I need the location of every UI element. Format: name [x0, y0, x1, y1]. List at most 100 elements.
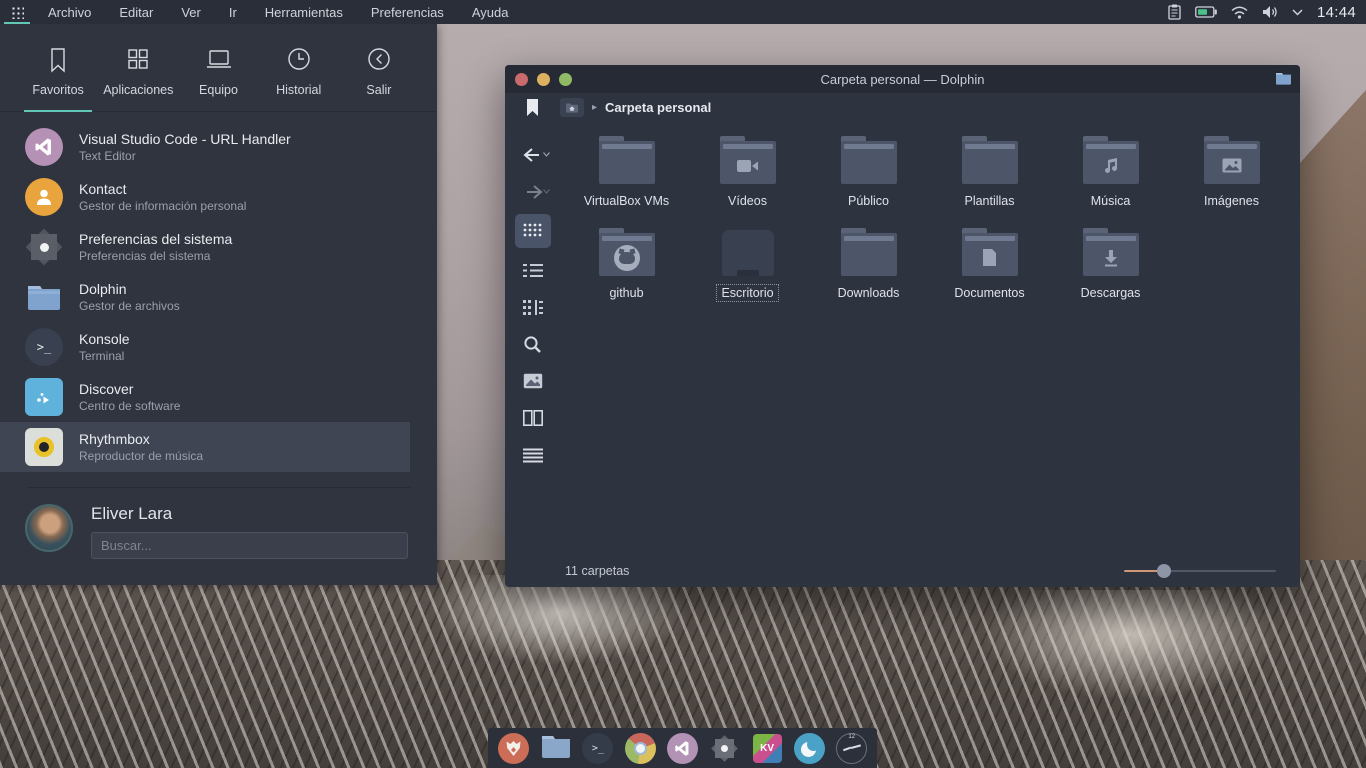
folder-icon [962, 136, 1018, 184]
tab-label: Historial [276, 83, 321, 97]
dock-konsole[interactable]: >_ [581, 731, 615, 765]
app-desc: Reproductor de música [79, 449, 203, 463]
menu-preferencias[interactable]: Preferencias [357, 1, 458, 24]
document-glyph [982, 248, 997, 267]
night-color-icon [794, 733, 825, 764]
menu-editar[interactable]: Editar [105, 1, 167, 24]
app-name: Konsole [79, 331, 130, 347]
dock-firefox[interactable] [496, 731, 530, 765]
dock-night-color[interactable] [792, 731, 826, 765]
zoom-slider-handle[interactable] [1157, 564, 1171, 578]
application-launcher-panel: Favoritos Aplicaciones Equipo Historial [0, 24, 437, 585]
app-item-rhythmbox[interactable]: Rhythmbox Reproductor de música [0, 422, 410, 472]
avatar[interactable] [25, 504, 73, 552]
folder-musica[interactable]: Música [1050, 130, 1171, 222]
app-item-kontact[interactable]: Kontact Gestor de información personal [0, 172, 410, 222]
tab-favoritos[interactable]: Favoritos [18, 38, 98, 111]
bookmark-icon[interactable] [505, 99, 560, 117]
app-item-vscode[interactable]: Visual Studio Code - URL Handler Text Ed… [0, 122, 410, 172]
folder-imagenes[interactable]: Imágenes [1171, 130, 1292, 222]
app-launcher-button[interactable] [0, 0, 34, 24]
tab-equipo[interactable]: Equipo [178, 38, 258, 111]
app-desc: Terminal [79, 349, 130, 363]
app-item-konsole[interactable]: >_ Konsole Terminal [0, 322, 410, 372]
dock-kdenlive[interactable]: KV [750, 731, 784, 765]
home-breadcrumb-button[interactable] [560, 98, 584, 117]
clock-widget-icon: 12 [836, 733, 867, 764]
bookmark-icon [45, 46, 71, 74]
folder-label: Escritorio [716, 284, 778, 302]
app-item-discover[interactable]: Discover Centro de software [0, 372, 410, 422]
wifi-icon[interactable] [1231, 6, 1248, 19]
menu-ir[interactable]: Ir [215, 1, 251, 24]
compact-view-button[interactable] [515, 292, 551, 322]
app-desc: Gestor de información personal [79, 199, 246, 213]
tray-clock[interactable]: 14:44 [1317, 4, 1356, 21]
window-titlebar[interactable]: Carpeta personal — Dolphin [505, 65, 1300, 93]
menu-ayuda[interactable]: Ayuda [458, 1, 523, 24]
dock-file-manager[interactable] [539, 731, 573, 765]
details-view-button[interactable] [515, 255, 551, 285]
kdenlive-icon: KV [753, 734, 782, 763]
vscode-icon [667, 733, 698, 764]
app-item-preferencias[interactable]: Preferencias del sistema Preferencias de… [0, 222, 410, 272]
zoom-slider[interactable] [1124, 564, 1276, 578]
app-item-dolphin[interactable]: Dolphin Gestor de archivos [0, 272, 410, 322]
app-name: Preferencias del sistema [79, 231, 232, 247]
breadcrumb-bar: ▸ Carpeta personal [505, 93, 1300, 122]
clock-12-label: 12 [848, 734, 855, 740]
folder-virtualbox-vms[interactable]: VirtualBox VMs [566, 130, 687, 222]
split-view-button[interactable] [515, 403, 551, 433]
menu-icon[interactable] [515, 440, 551, 470]
desktop-icon [722, 230, 774, 276]
tab-salir[interactable]: Salir [339, 38, 419, 111]
file-manager-icon [540, 733, 572, 764]
folder-label: Imágenes [1199, 192, 1264, 210]
folder-label: Música [1086, 192, 1136, 210]
folder-escritorio[interactable]: Escritorio [687, 222, 808, 314]
chevron-down-icon[interactable] [1292, 9, 1303, 16]
folder-icon [841, 228, 897, 276]
folder-icon [599, 228, 655, 276]
forward-button[interactable] [515, 177, 551, 207]
menu-archivo[interactable]: Archivo [34, 1, 105, 24]
terminal-prompt: >_ [37, 340, 51, 354]
folder-view[interactable]: VirtualBox VMs Vídeos Público [560, 122, 1300, 555]
chevron-right-icon: ▸ [592, 102, 597, 113]
tab-aplicaciones[interactable]: Aplicaciones [98, 38, 178, 111]
volume-icon[interactable] [1262, 5, 1278, 19]
dock-vscode[interactable] [665, 731, 699, 765]
menu-ver[interactable]: Ver [167, 1, 215, 24]
window-folder-icon [1275, 71, 1292, 90]
search-icon[interactable] [515, 329, 551, 359]
folder-github[interactable]: github [566, 222, 687, 314]
clipboard-icon[interactable] [1168, 4, 1181, 20]
icons-view-button[interactable] [515, 214, 551, 248]
battery-icon[interactable] [1195, 6, 1217, 18]
tab-label: Favoritos [32, 83, 83, 97]
folder-downloads[interactable]: Downloads [808, 222, 929, 314]
folder-icon [1083, 136, 1139, 184]
dock-chromium[interactable] [623, 731, 657, 765]
view-toolbar [505, 122, 560, 555]
dock: >_ KV [488, 728, 877, 768]
preview-icon[interactable] [515, 366, 551, 396]
global-menubar: Archivo Editar Ver Ir Herramientas Prefe… [0, 0, 1366, 24]
search-input[interactable] [91, 532, 408, 559]
image-glyph [1222, 158, 1242, 173]
dock-settings[interactable] [708, 731, 742, 765]
folder-videos[interactable]: Vídeos [687, 130, 808, 222]
user-area: Eliver Lara [0, 488, 437, 585]
folder-plantillas[interactable]: Plantillas [929, 130, 1050, 222]
breadcrumb-current[interactable]: Carpeta personal [605, 100, 711, 115]
folder-descargas[interactable]: Descargas [1050, 222, 1171, 314]
folder-publico[interactable]: Público [808, 130, 929, 222]
back-button[interactable] [515, 140, 551, 170]
folder-documentos[interactable]: Documentos [929, 222, 1050, 314]
window-title: Carpeta personal — Dolphin [505, 72, 1300, 87]
tab-historial[interactable]: Historial [259, 38, 339, 111]
app-desc: Gestor de archivos [79, 299, 180, 313]
app-desc: Text Editor [79, 149, 291, 163]
menu-herramientas[interactable]: Herramientas [251, 1, 357, 24]
dock-clock-widget[interactable]: 12 [835, 731, 869, 765]
